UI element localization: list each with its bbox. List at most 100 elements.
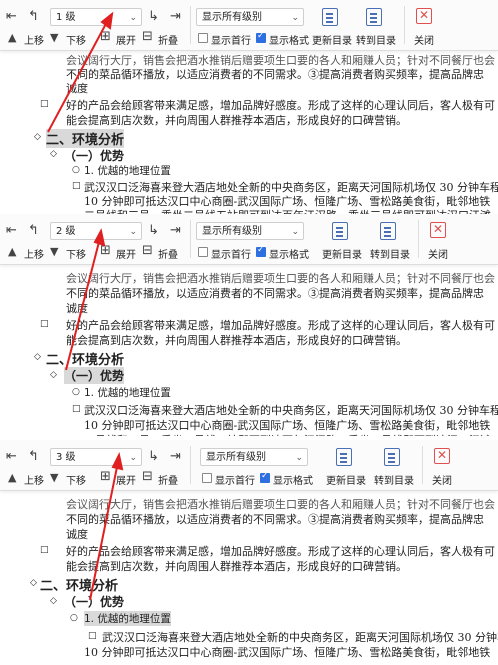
outline-panel-3: ⇤ ↰ 3 级 ⌄ ↳ ⇥ ▲ 上移 ▼ 下移 ⊞ 展开 ⊟ 折叠 显示所有级别 ⌄… xyxy=(0,440,498,665)
expand-icon[interactable]: ⊞ xyxy=(100,30,111,44)
move-up-button[interactable]: 上移 xyxy=(24,32,44,47)
close-icon[interactable]: ✕ xyxy=(416,8,432,24)
body-text: 会议阔行大厅，销售会把酒水推销后赠要项生口要的各人和厢赚人员；针对不同餐厅也会 xyxy=(66,272,495,285)
show-format-checkbox[interactable] xyxy=(260,471,270,483)
outline-level-select[interactable]: 3 级 ⌄ xyxy=(50,448,142,466)
move-down-button[interactable]: 下移 xyxy=(66,472,86,487)
move-up-icon[interactable]: ▲ xyxy=(8,471,16,485)
heading-bullet-icon: ○ xyxy=(72,387,80,397)
update-toc-button[interactable]: 更新目录 xyxy=(326,472,366,487)
update-toc-icon[interactable] xyxy=(322,8,338,26)
promote-icon[interactable]: ↰ xyxy=(28,450,39,464)
show-level-select[interactable]: 显示所有级别 ⌄ xyxy=(200,448,308,466)
show-first-line-label[interactable]: 显示首行 xyxy=(211,32,251,47)
expand-icon[interactable]: ⊞ xyxy=(100,470,111,484)
collapse-icon[interactable]: ⊟ xyxy=(142,30,153,44)
promote-icon[interactable]: ↰ xyxy=(28,224,39,238)
promote-to-heading1-icon[interactable]: ⇤ xyxy=(6,10,17,24)
demote-to-body-icon[interactable]: ⇥ xyxy=(170,10,181,24)
show-first-line-checkbox[interactable] xyxy=(202,473,212,483)
body-text: 诚度 xyxy=(66,528,88,541)
close-outline-button[interactable]: 关闭 xyxy=(428,246,448,261)
update-toc-button[interactable]: 更新目录 xyxy=(312,32,352,47)
outline-panel-1: ⇤ ↰ 1 级 ⌄ ↳ ⇥ ▲ 上移 ▼ 下移 ⊞ 展开 ⊟ 折叠 显示所有级别 ⌄… xyxy=(0,0,498,218)
move-down-icon[interactable]: ▼ xyxy=(50,245,58,259)
move-down-button[interactable]: 下移 xyxy=(66,32,86,47)
heading-environment[interactable]: 二、环境分析 xyxy=(40,575,118,594)
update-toc-icon[interactable] xyxy=(336,448,352,466)
heading-advantage[interactable]: （一）优势 xyxy=(64,147,124,164)
expand-button[interactable]: 展开 xyxy=(116,472,136,487)
heading-environment[interactable]: 二、环境分析 xyxy=(46,129,125,148)
heading-bullet-icon: ○ xyxy=(70,613,78,623)
heading-advantage[interactable]: （一）优势 xyxy=(64,367,125,384)
move-up-icon[interactable]: ▲ xyxy=(8,31,16,45)
outline-level-select[interactable]: 1 级 ⌄ xyxy=(50,8,142,26)
promote-to-heading1-icon[interactable]: ⇤ xyxy=(6,450,17,464)
heading-location[interactable]: 1. 优越的地理位置 xyxy=(84,611,171,626)
divider xyxy=(190,220,191,258)
goto-toc-button[interactable]: 转到目录 xyxy=(374,472,414,487)
body-text: 不同的菜品循环播放，以适应消费者的不同需求。③提高消费者购买频率，提高品牌忠 xyxy=(66,68,484,81)
show-format-checkbox[interactable] xyxy=(256,245,266,257)
outline-level-select[interactable]: 2 级 ⌄ xyxy=(50,222,142,240)
promote-to-heading1-icon[interactable]: ⇤ xyxy=(6,224,17,238)
show-format-checkbox[interactable] xyxy=(256,31,266,43)
divider xyxy=(422,446,423,484)
demote-icon[interactable]: ↳ xyxy=(148,224,159,238)
body-text: 不同的菜品循环播放，以适应消费者的不同需求。③提高消费者购买频率，提高品牌忠 xyxy=(66,513,484,526)
collapse-button[interactable]: 折叠 xyxy=(158,32,178,47)
update-toc-icon[interactable] xyxy=(332,222,348,240)
outline-document: 会议阔行大厅，销售会把酒水推销后赠要项生口要的各人和厢赚人员；针对不同餐厅也会 … xyxy=(0,50,498,218)
move-down-icon[interactable]: ▼ xyxy=(50,471,58,485)
goto-toc-button[interactable]: 转到目录 xyxy=(356,32,396,47)
demote-to-body-icon[interactable]: ⇥ xyxy=(170,224,181,238)
bullet-icon: □ xyxy=(72,404,81,414)
collapse-button[interactable]: 折叠 xyxy=(158,246,178,261)
body-text: 好的产品会给顾客带来满足感，增加品牌好感度。形成了这样的心理认同后，客人极有可 xyxy=(66,319,495,332)
heading-location[interactable]: 1. 优越的地理位置 xyxy=(84,163,171,178)
show-format-label[interactable]: 显示格式 xyxy=(273,472,313,487)
demote-icon[interactable]: ↳ xyxy=(148,450,159,464)
close-outline-button[interactable]: 关闭 xyxy=(432,472,452,487)
close-icon[interactable]: ✕ xyxy=(430,222,446,238)
move-up-button[interactable]: 上移 xyxy=(24,246,44,261)
promote-icon[interactable]: ↰ xyxy=(28,10,39,24)
move-up-button[interactable]: 上移 xyxy=(24,472,44,487)
update-toc-button[interactable]: 更新目录 xyxy=(322,246,362,261)
demote-icon[interactable]: ↳ xyxy=(148,10,159,24)
goto-toc-button[interactable]: 转到目录 xyxy=(370,246,410,261)
show-first-line-label[interactable]: 显示首行 xyxy=(215,472,255,487)
expand-button[interactable]: 展开 xyxy=(116,246,136,261)
heading-environment[interactable]: 二、环境分析 xyxy=(46,349,124,368)
expand-button[interactable]: 展开 xyxy=(116,32,136,47)
goto-toc-icon[interactable] xyxy=(384,448,400,466)
show-level-select[interactable]: 显示所有级别 ⌄ xyxy=(196,8,304,26)
outline-document: 会议阔行大厅，销售会把酒水推销后赠要项生口要的各人和厢赚人员；针对不同餐厅也会 … xyxy=(0,494,498,665)
show-level-select[interactable]: 显示所有级别 ⌄ xyxy=(196,222,304,240)
collapse-button[interactable]: 折叠 xyxy=(158,472,178,487)
show-format-label[interactable]: 显示格式 xyxy=(269,246,309,261)
divider xyxy=(404,6,405,44)
close-outline-button[interactable]: 关闭 xyxy=(414,32,434,47)
expand-icon[interactable]: ⊞ xyxy=(100,244,111,258)
demote-to-body-icon[interactable]: ⇥ xyxy=(170,450,181,464)
body-text: 武汉汉口泛海喜来登大酒店地处全新的中央商务区，距离天河国际机场仅 30 分钟车程… xyxy=(84,404,498,417)
show-first-line-label[interactable]: 显示首行 xyxy=(211,246,251,261)
collapse-icon[interactable]: ⊟ xyxy=(142,244,153,258)
move-down-icon[interactable]: ▼ xyxy=(50,31,58,45)
goto-toc-icon[interactable] xyxy=(366,8,382,26)
body-text: 好的产品会给顾客带来满足感，增加品牌好感度。形成了这样的心理认同后，客人极有可 xyxy=(66,99,495,112)
show-first-line-checkbox[interactable] xyxy=(198,247,208,257)
show-format-label[interactable]: 显示格式 xyxy=(269,32,309,47)
heading-location[interactable]: 1. 优越的地理位置 xyxy=(84,385,171,400)
heading-advantage[interactable]: （一）优势 xyxy=(64,593,124,610)
show-first-line-checkbox[interactable] xyxy=(198,33,208,43)
close-icon[interactable]: ✕ xyxy=(434,448,450,464)
move-down-button[interactable]: 下移 xyxy=(66,246,86,261)
goto-toc-icon[interactable] xyxy=(380,222,396,240)
bullet-icon: □ xyxy=(40,545,49,555)
heading-bullet-icon: ◇ xyxy=(34,132,41,142)
move-up-icon[interactable]: ▲ xyxy=(8,245,16,259)
collapse-icon[interactable]: ⊟ xyxy=(142,470,153,484)
